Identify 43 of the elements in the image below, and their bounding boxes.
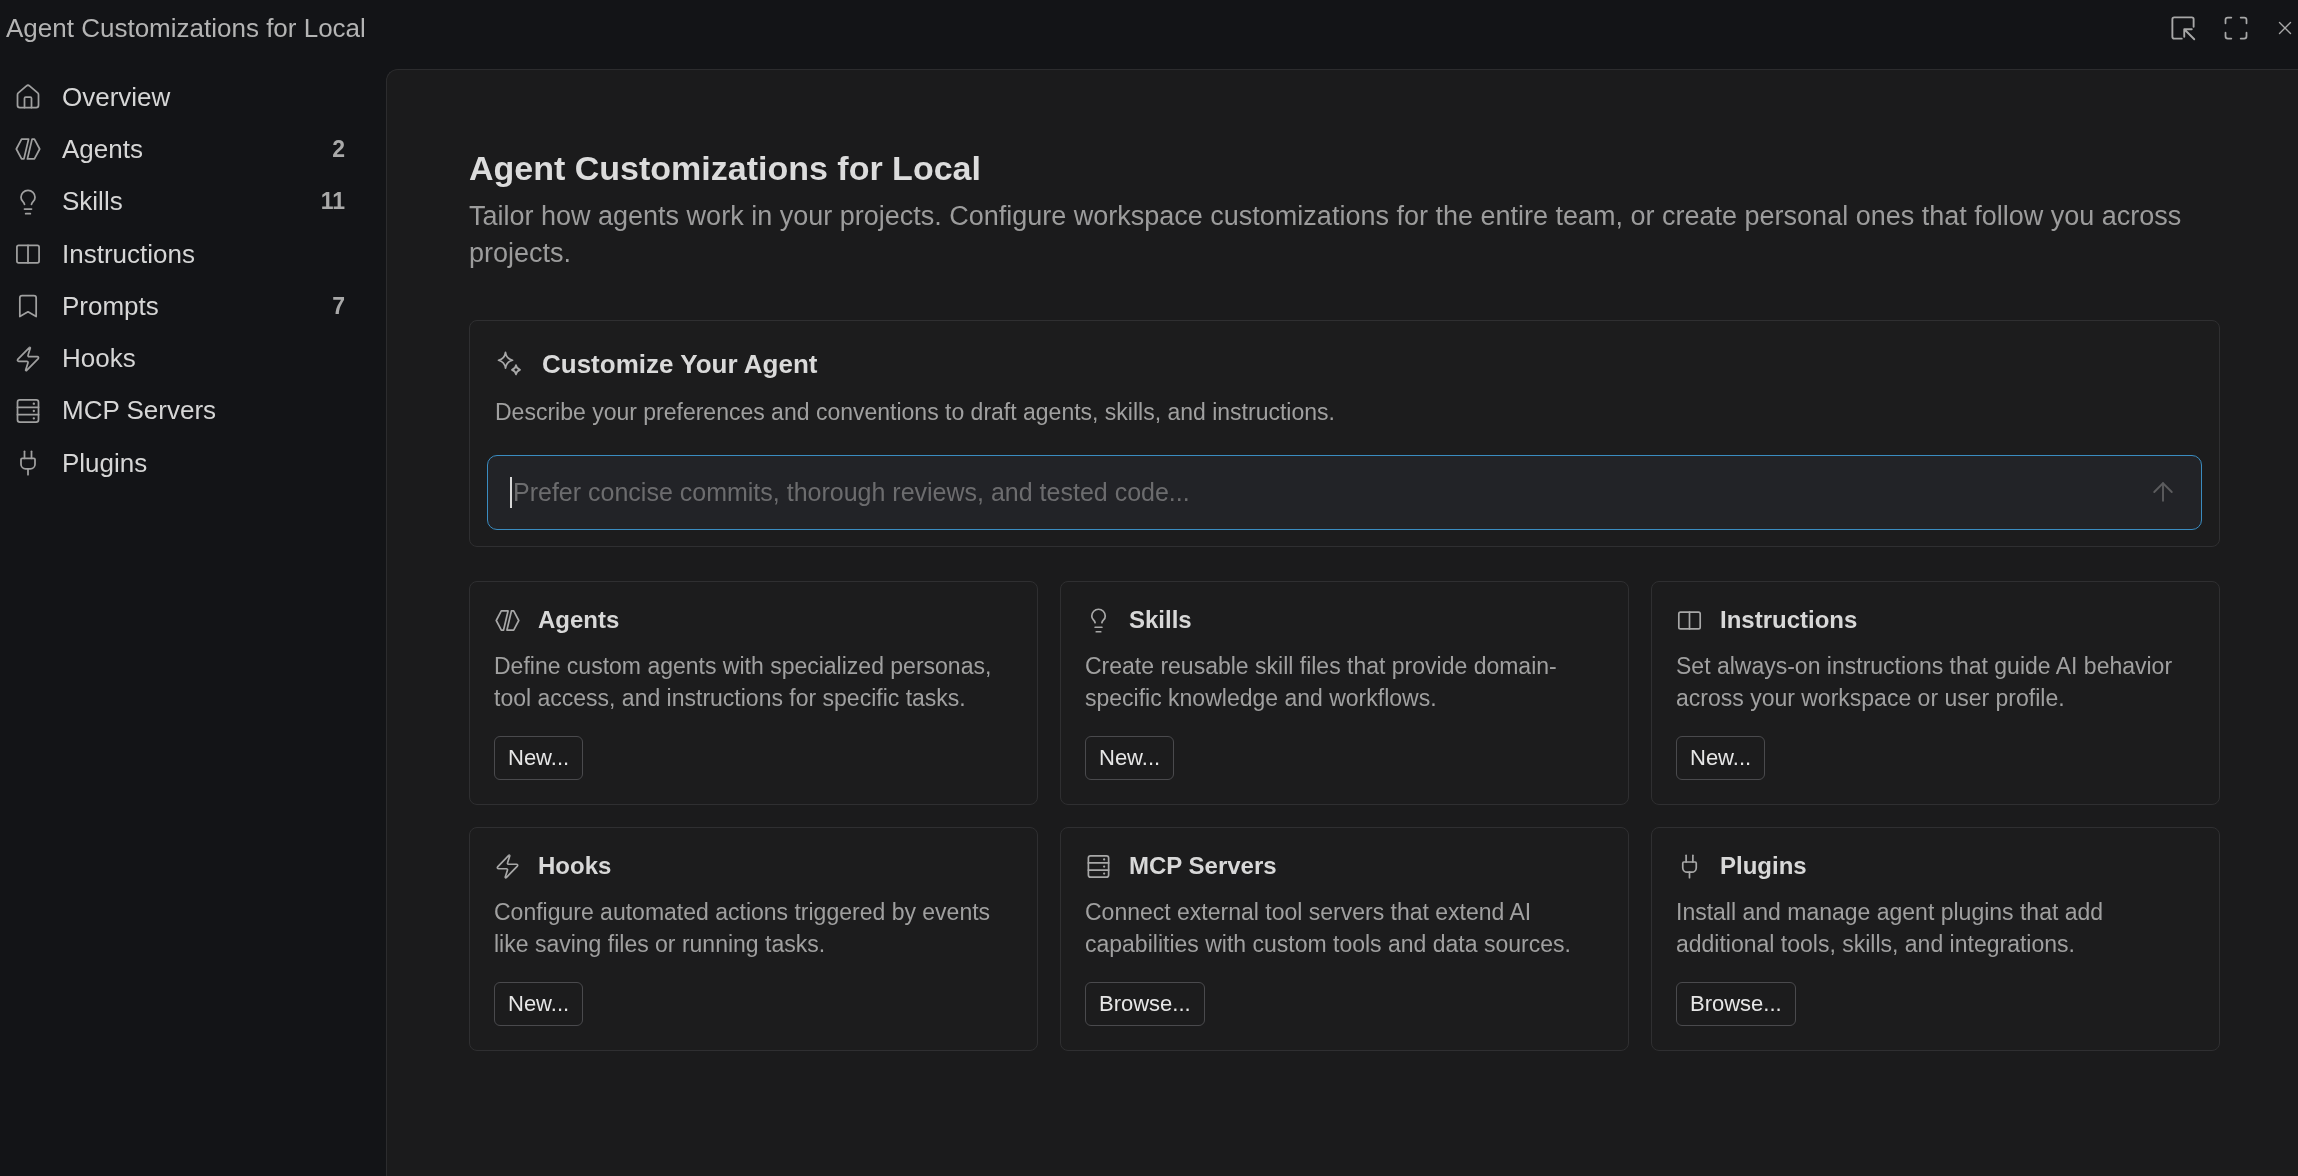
card-title: Skills	[1129, 605, 1192, 635]
card-description: Install and manage agent plugins that add additional tools, skills, and integrations.	[1676, 898, 2105, 959]
sidebar-item[interactable]: Prompts 7	[10, 280, 376, 333]
item-count: 2	[332, 135, 345, 163]
sidebar-item[interactable]: Plugins	[10, 437, 376, 490]
action-button[interactable]: New...	[1085, 736, 1175, 780]
action-button[interactable]: New...	[494, 736, 584, 780]
text-cursor-icon	[510, 477, 512, 508]
card-description: Define custom agents with specialized personas, tool access, and instructions for specific tasks.	[494, 652, 993, 713]
card-description: Describe your preferences and conventions to draft agents, skills, and instructions.	[495, 398, 1336, 427]
action-button[interactable]: New...	[1676, 736, 1766, 780]
lightning-icon	[14, 344, 42, 373]
action-button[interactable]: New...	[494, 982, 584, 1026]
card-title: Plugins	[1720, 851, 1807, 881]
card-title: Customize Your Agent	[542, 348, 818, 381]
card-description: Configure automated actions triggered by events like saving files or running tasks.	[494, 898, 992, 959]
square-arrow-icon[interactable]	[2168, 13, 2198, 43]
card-title: Hooks	[538, 851, 612, 881]
server-icon	[14, 396, 42, 425]
server-icon	[1085, 852, 1112, 880]
action-button[interactable]: Browse...	[1085, 982, 1205, 1026]
card-description: Connect external tool servers that extend AI capabilities with custom tools and data sources.	[1085, 898, 1572, 959]
sidebar-item[interactable]: Overview	[10, 71, 376, 124]
card-title: Instructions	[1720, 605, 1858, 635]
sidebar-item[interactable]: Instructions	[10, 227, 376, 281]
card-title: Agents	[538, 605, 620, 635]
sidebar-item[interactable]: MCP Servers	[10, 384, 376, 438]
sidebar-item[interactable]: Skills 11	[10, 175, 376, 228]
card-title: MCP Servers	[1129, 851, 1277, 881]
lightning-icon	[494, 852, 521, 880]
action-button[interactable]: Browse...	[1676, 982, 1796, 1026]
card-description: Set always-on instructions that guide AI behavior across your workspace or user profile.	[1676, 652, 2174, 713]
card-description: Create reusable skill files that provide domain-specific knowledge and workflows.	[1085, 652, 1558, 713]
page-heading: Agent Customizations for Local	[469, 148, 982, 188]
prompt-input[interactable]: Prefer concise commits, thorough reviews, and tested code...	[487, 455, 2202, 530]
page-description: Tailor how agents work in your projects. Configure workspace customizations for the entire team, or create personal ones that follow you across projects.	[469, 200, 2183, 270]
sidebar-item[interactable]: Hooks	[10, 332, 376, 385]
item-count: 7	[332, 292, 345, 320]
item-count: 11	[320, 188, 345, 216]
fullscreen-icon[interactable]	[2222, 14, 2250, 42]
sparkles-icon	[495, 350, 523, 378]
window-title: Agent Customizations for Local	[6, 12, 366, 44]
sidebar-item[interactable]: Agents 2	[10, 123, 376, 176]
